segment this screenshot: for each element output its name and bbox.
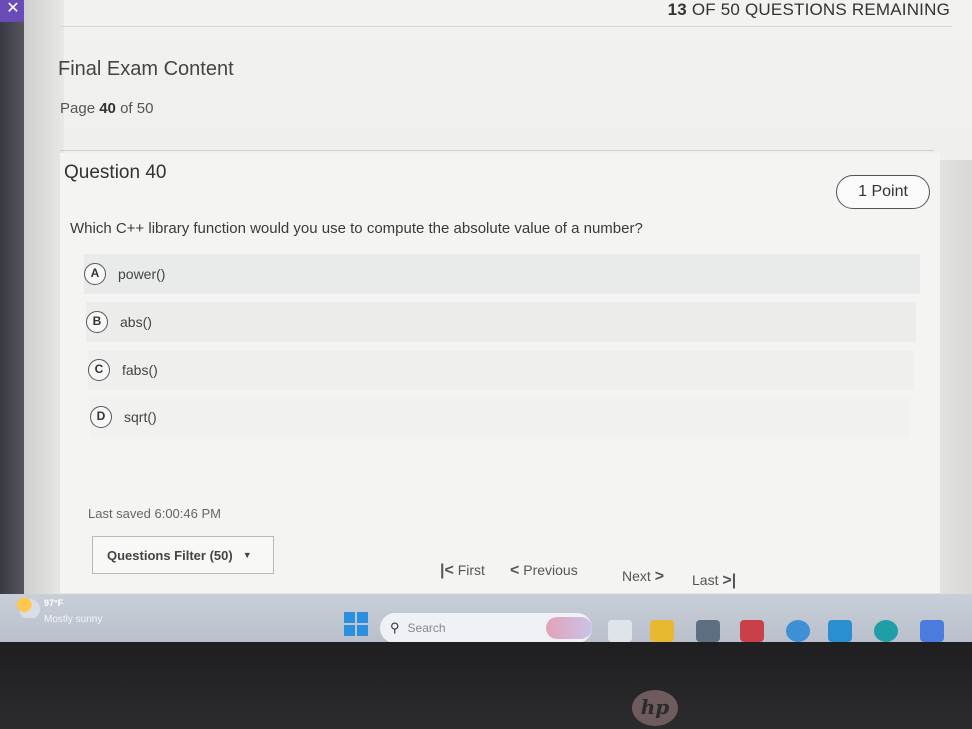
answer-option-a[interactable]: A power() xyxy=(84,254,920,294)
page-current: 40 xyxy=(99,100,116,117)
weather-description: Mostly sunny xyxy=(44,614,103,625)
page-indicator: Page 40 of 50 xyxy=(60,100,153,117)
divider xyxy=(60,26,952,27)
option-label: power() xyxy=(118,266,166,282)
left-panel-border xyxy=(24,0,64,600)
last-page-button[interactable]: Last >| xyxy=(692,572,736,590)
window-left-edge xyxy=(0,0,24,600)
browser-icon[interactable] xyxy=(874,620,898,642)
app-icon[interactable] xyxy=(920,620,944,642)
last-saved-status: Last saved 6:00:46 PM xyxy=(88,506,221,521)
search-icon: ⚲ xyxy=(390,620,400,635)
laptop-bezel xyxy=(0,642,972,729)
option-letter-badge: C xyxy=(88,359,110,381)
chevron-right-icon: > xyxy=(654,568,665,585)
answer-option-d[interactable]: D sqrt() xyxy=(90,397,910,437)
exam-screen: ✕ 13 OF 50 QUESTIONS REMAINING Final Exa… xyxy=(0,0,972,600)
weather-temperature: 97°F xyxy=(44,598,64,608)
file-explorer-icon[interactable] xyxy=(650,620,674,642)
skip-last-icon: >| xyxy=(722,572,737,589)
questions-filter-dropdown[interactable]: Questions Filter (50) ▼ xyxy=(92,536,274,574)
nav-label: First xyxy=(457,562,485,578)
search-highlight-art xyxy=(546,617,592,639)
skip-first-icon: |< xyxy=(440,562,454,579)
chevron-down-icon: ▼ xyxy=(242,550,252,560)
points-badge: 1 Point xyxy=(836,175,930,209)
page-of: of 50 xyxy=(120,100,154,117)
remaining-count: 13 xyxy=(667,0,687,19)
question-title: Question 40 xyxy=(64,162,167,183)
antivirus-icon[interactable] xyxy=(740,620,764,642)
next-page-button[interactable]: Next > xyxy=(622,568,664,586)
remaining-text: OF 50 QUESTIONS REMAINING xyxy=(691,0,950,19)
divider xyxy=(60,150,934,151)
task-view-icon[interactable] xyxy=(608,620,632,642)
answer-option-b[interactable]: B abs() xyxy=(86,302,916,342)
page-label: Page xyxy=(60,100,96,117)
option-letter-badge: D xyxy=(90,406,112,428)
windows-start-icon[interactable] xyxy=(344,612,368,636)
nav-label: Last xyxy=(692,572,719,588)
option-letter-badge: A xyxy=(84,263,106,285)
option-letter-badge: B xyxy=(86,311,108,333)
question-text: Which C++ library function would you use… xyxy=(70,220,643,237)
chevron-left-icon: < xyxy=(510,562,520,579)
option-label: sqrt() xyxy=(124,409,157,425)
store-icon[interactable] xyxy=(696,620,720,642)
option-label: abs() xyxy=(120,314,152,330)
weather-icon[interactable] xyxy=(14,596,40,618)
questions-remaining: 13 OF 50 QUESTIONS REMAINING xyxy=(668,0,950,20)
edge-icon[interactable] xyxy=(786,620,810,642)
exam-title: Final Exam Content xyxy=(58,58,234,80)
option-label: fabs() xyxy=(122,362,158,378)
first-page-button[interactable]: |< First xyxy=(440,562,485,580)
search-placeholder: Search xyxy=(407,621,446,635)
hp-logo: hp xyxy=(632,690,678,726)
app-icon[interactable] xyxy=(828,620,852,642)
filter-label: Questions Filter (50) xyxy=(107,547,233,563)
nav-label: Next xyxy=(622,568,651,584)
answer-option-c[interactable]: C fabs() xyxy=(88,350,914,390)
previous-page-button[interactable]: < Previous xyxy=(510,562,578,580)
close-icon[interactable]: ✕ xyxy=(0,0,26,22)
nav-label: Previous xyxy=(523,562,578,578)
